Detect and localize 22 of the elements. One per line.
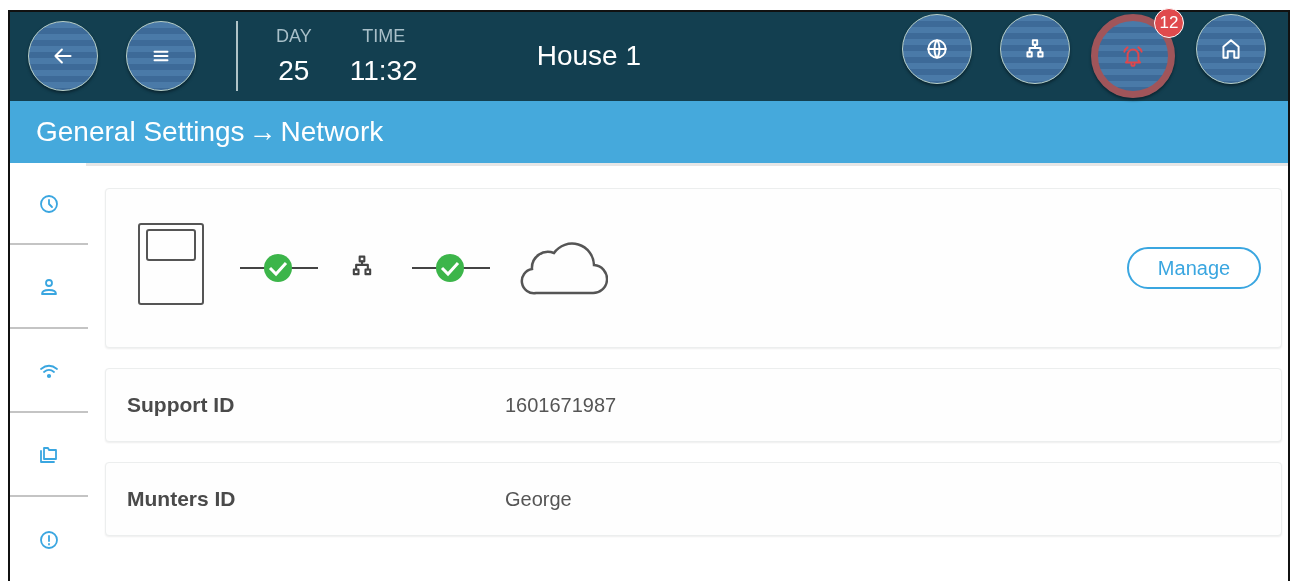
network-button[interactable] (1000, 14, 1070, 85)
bell-icon (1120, 43, 1146, 70)
field-label: Munters ID (127, 487, 237, 511)
field-value: 1601671987 (505, 393, 617, 417)
day-value: 25 (278, 54, 310, 87)
field-label: Support ID (127, 393, 236, 417)
cloud-icon (518, 239, 608, 297)
back-button[interactable] (28, 21, 98, 92)
field-value: George (505, 487, 572, 511)
time-value: 11:32 (349, 54, 418, 87)
day-label: DAY (276, 25, 312, 47)
manage-button[interactable]: Manage (1127, 247, 1261, 289)
controller-icon (138, 223, 204, 305)
menu-button[interactable] (126, 21, 196, 92)
house-title: House 1 (536, 40, 641, 72)
globe-button[interactable] (902, 14, 972, 85)
page-title: Network (280, 115, 384, 148)
alarm-count-badge: 12 (1154, 8, 1184, 39)
breadcrumb-arrow: → (248, 115, 277, 148)
time-label: TIME (362, 25, 406, 47)
breadcrumb-parent: General Settings (36, 115, 245, 148)
home-button[interactable] (1196, 14, 1266, 85)
